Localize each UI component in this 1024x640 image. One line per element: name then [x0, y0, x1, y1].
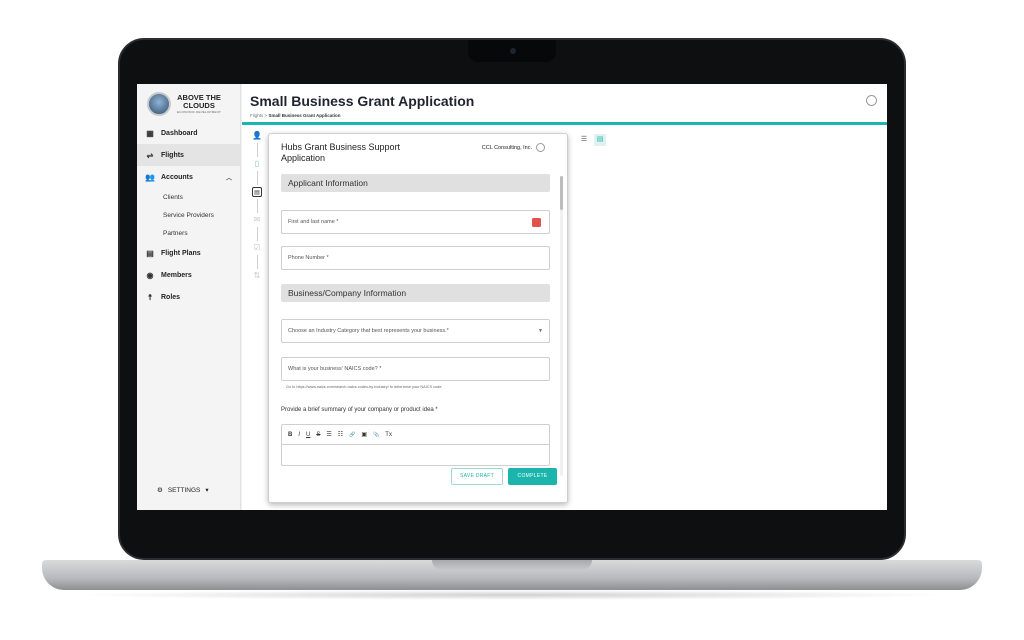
user-avatar-icon[interactable] — [866, 95, 877, 106]
sidebar-item-label: Members — [161, 271, 192, 279]
step-person-icon[interactable]: 👤 — [252, 131, 262, 141]
form-scrollbar-thumb[interactable] — [560, 176, 563, 210]
sidebar-item-label: Roles — [161, 293, 181, 301]
logo-globe-icon — [147, 92, 171, 116]
step-connector — [256, 143, 258, 157]
settings-label: SETTINGS — [167, 486, 201, 494]
chevron-up-icon[interactable]: ︿ — [226, 173, 232, 182]
camera-icon — [510, 48, 516, 54]
ordered-list-icon[interactable]: ☰ — [326, 431, 331, 438]
form-view-icon[interactable]: ▤ — [594, 134, 606, 146]
step-connector — [256, 199, 258, 213]
settings-menu[interactable]: ⚙ SETTINGS ▾ — [157, 486, 209, 495]
sidebar-subitem-clients[interactable]: Clients — [137, 188, 240, 206]
form-scrollbar-track[interactable] — [560, 176, 563, 476]
link-icon[interactable]: 🔗 — [349, 432, 355, 438]
company-avatar-icon[interactable] — [536, 143, 545, 152]
underline-icon[interactable]: U — [306, 432, 310, 438]
step-form-icon[interactable]: ▤ — [252, 187, 262, 197]
section-applicant-information: Applicant Information — [281, 174, 550, 192]
sidebar-item-flight-plans[interactable]: ▤ Flight Plans — [137, 242, 240, 264]
clear-format-icon[interactable]: Tx — [385, 432, 392, 438]
company-name: CCL Consulting, Inc. — [481, 144, 532, 151]
step-rail: 👤 ▯ ▤ ✉ ☑ ⇅ — [250, 131, 264, 281]
brand-logo[interactable]: ABOVE THE CLOUDS ECONOMIC DEVELOPMENT — [137, 84, 240, 122]
caret-down-icon: ▾ — [205, 487, 209, 494]
section-business-information: Business/Company Information — [281, 284, 550, 302]
view-toggle: ☰ ▤ — [578, 134, 606, 146]
breadcrumb-root[interactable]: Flights — [250, 113, 263, 118]
laptop-hinge-notch — [432, 560, 592, 570]
main-content: 👤 ▯ ▤ ✉ ☑ ⇅ Hubs Grant Business Support … — [242, 125, 887, 510]
step-document-icon[interactable]: ▯ — [252, 159, 262, 169]
calendar-icon[interactable] — [532, 218, 541, 227]
accounts-icon: 👥 — [145, 172, 155, 182]
strikethrough-icon[interactable]: S — [316, 432, 320, 438]
dashboard-icon: ▦ — [146, 128, 154, 138]
complete-button[interactable]: COMPLETE — [508, 468, 557, 485]
sidebar-item-dashboard[interactable]: ▦ Dashboard — [137, 122, 240, 144]
sidebar-item-label: Dashboard — [161, 129, 198, 137]
sidebar: ABOVE THE CLOUDS ECONOMIC DEVELOPMENT ▦ … — [137, 84, 241, 510]
save-draft-button[interactable]: SAVE DRAFT — [451, 468, 503, 485]
company-tag: CCL Consulting, Inc. — [482, 143, 545, 152]
flight-plans-icon: ▤ — [146, 248, 154, 258]
step-connector — [256, 227, 258, 241]
attachment-icon[interactable]: 📎 — [373, 432, 379, 438]
logo-line-2: CLOUDS — [183, 101, 215, 110]
industry-select[interactable]: Choose an Industry Category that best re… — [281, 319, 550, 343]
page-title: Small Business Grant Application — [250, 93, 475, 109]
naics-hint: Go to https://www.naics.com/search-naics… — [286, 385, 443, 389]
sidebar-subitem-partners[interactable]: Partners — [137, 224, 240, 242]
industry-placeholder: Choose an Industry Category that best re… — [288, 328, 449, 334]
flights-icon: ⇌ — [146, 150, 154, 160]
form-title: Hubs Grant Business Support Application — [281, 142, 401, 163]
members-icon: ◉ — [146, 270, 154, 280]
image-icon[interactable]: ▣ — [361, 431, 367, 438]
step-connector — [256, 171, 258, 185]
naics-placeholder: What is your business' NAICS code? * — [288, 366, 382, 372]
phone-placeholder: Phone Number * — [288, 255, 329, 261]
summary-label: Provide a brief summary of your company … — [281, 407, 438, 413]
breadcrumb-separator: > — [264, 113, 268, 118]
step-connector — [256, 255, 258, 269]
step-check-icon[interactable]: ☑ — [252, 243, 262, 253]
sidebar-item-accounts[interactable]: 👥 Accounts ︿ — [137, 166, 240, 188]
phone-field[interactable]: Phone Number * — [281, 246, 550, 270]
italic-icon[interactable]: I — [298, 432, 300, 438]
sidebar-item-label: Flight Plans — [161, 249, 201, 257]
dropdown-arrow-icon: ▼ — [538, 328, 543, 334]
list-view-icon[interactable]: ☰ — [578, 134, 590, 146]
summary-editor[interactable] — [281, 444, 550, 466]
name-field[interactable]: First and last name * — [281, 210, 550, 234]
app-screen: ABOVE THE CLOUDS ECONOMIC DEVELOPMENT ▦ … — [137, 84, 887, 510]
rich-text-toolbar: B I U S ☰ ☷ 🔗 ▣ 📎 Tx — [281, 424, 550, 444]
sidebar-item-flights[interactable]: ⇌ Flights — [137, 144, 240, 166]
application-form-card: Hubs Grant Business Support Application … — [268, 133, 568, 503]
bullet-list-icon[interactable]: ☷ — [338, 431, 343, 438]
breadcrumb: Flights > Small Business Grant Applicati… — [250, 113, 341, 118]
step-sort-icon[interactable]: ⇅ — [252, 271, 262, 281]
step-mail-icon[interactable]: ✉ — [252, 215, 262, 225]
sidebar-subitem-service-providers[interactable]: Service Providers — [137, 206, 240, 224]
sidebar-item-roles[interactable]: ☨ Roles — [137, 286, 240, 308]
breadcrumb-current: Small Business Grant Application — [268, 113, 341, 118]
laptop-mockup: ABOVE THE CLOUDS ECONOMIC DEVELOPMENT ▦ … — [0, 0, 1024, 640]
name-placeholder: First and last name * — [288, 219, 339, 225]
sidebar-item-label: Accounts — [161, 173, 193, 181]
logo-subtitle: ECONOMIC DEVELOPMENT — [177, 110, 222, 114]
page-header: Small Business Grant Application Flights… — [242, 84, 887, 124]
sidebar-item-members[interactable]: ◉ Members — [137, 264, 240, 286]
roles-icon: ☨ — [147, 292, 153, 302]
sidebar-item-label: Flights — [161, 151, 184, 159]
gear-icon: ⚙ — [157, 487, 163, 494]
naics-field[interactable]: What is your business' NAICS code? * — [281, 357, 550, 381]
laptop-shadow — [70, 590, 954, 600]
bold-icon[interactable]: B — [288, 432, 292, 438]
